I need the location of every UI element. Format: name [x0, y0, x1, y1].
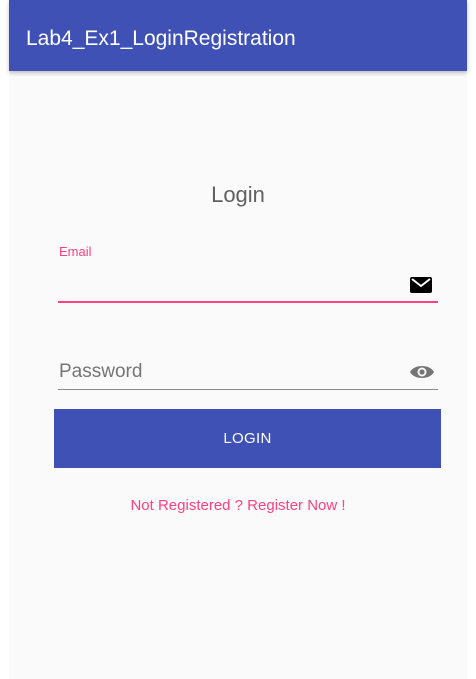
app-bar-title: Lab4_Ex1_LoginRegistration [26, 27, 296, 50]
email-field[interactable]: Email [58, 244, 438, 306]
eye-icon[interactable] [409, 362, 435, 382]
app-bar: Lab4_Ex1_LoginRegistration [9, 0, 467, 71]
email-label: Email [59, 244, 92, 259]
app-screen: Lab4_Ex1_LoginRegistration Login Email L… [9, 0, 467, 679]
email-underline [58, 301, 438, 303]
email-input[interactable] [58, 270, 405, 298]
mail-icon [410, 277, 432, 293]
register-link[interactable]: Not Registered ? Register Now ! [9, 496, 467, 516]
login-button[interactable]: LOGIN [54, 409, 441, 468]
password-input[interactable] [58, 358, 405, 386]
password-field[interactable] [58, 356, 438, 394]
password-underline [58, 389, 438, 390]
login-heading: Login [211, 182, 265, 207]
